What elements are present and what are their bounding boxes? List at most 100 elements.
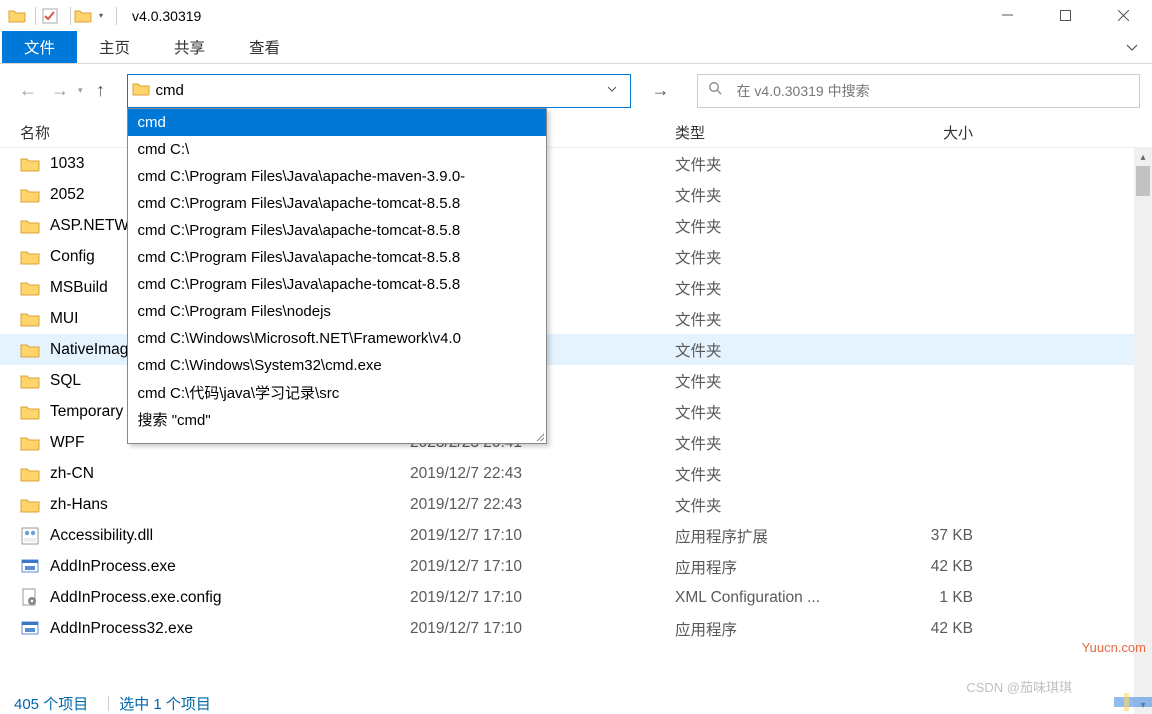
suggestion-item[interactable]: cmd [128,109,546,136]
file-type: 文件夹 [675,494,875,516]
file-type: XML Configuration ... [675,589,875,607]
file-date: 2019/12/7 17:10 [390,620,675,638]
folder-icon [20,216,40,236]
folder-icon [20,185,40,205]
file-type: 文件夹 [675,401,875,423]
folder-icon [20,402,40,422]
file-type: 文件夹 [675,184,875,206]
navigation-bar: ← → ▾ ↑ cmdcmd C:\cmd C:\Program Files\J… [0,64,1152,117]
file-row[interactable]: AddInProcess.exe.config 2019/12/7 17:10XM… [0,582,1152,613]
file-name: AddInProcess.exe.config [50,589,221,607]
column-type[interactable]: 类型 [675,122,875,143]
close-button[interactable] [1094,0,1152,31]
forward-button[interactable]: → [44,75,76,107]
address-dropdown-icon[interactable] [598,84,626,97]
ribbon-tabs: 文件 主页 共享 查看 [0,31,1152,64]
config-icon [20,588,40,608]
file-name: AddInProcess.exe [50,558,176,576]
file-date: 2019/12/7 17:10 [390,558,675,576]
window-title: v4.0.30319 [120,8,201,24]
suggestion-item[interactable]: cmd C:\Program Files\Java\apache-tomcat-… [128,217,546,244]
scroll-up-icon[interactable]: ▴ [1134,148,1152,166]
status-selection: 选中 1 个项目 [119,693,211,714]
folder-icon [20,464,40,484]
exe-icon [20,557,40,577]
file-type: 文件夹 [675,246,875,268]
folder-icon [20,495,40,515]
suggestion-item[interactable]: cmd C:\Program Files\nodejs [128,298,546,325]
file-type: 应用程序扩展 [675,525,875,547]
title-bar: ▾ v4.0.30319 [0,0,1152,31]
scroll-thumb[interactable] [1136,166,1150,196]
maximize-button[interactable] [1036,0,1094,31]
folder-icon [20,340,40,360]
file-name: zh-Hans [50,496,108,514]
qat-divider [116,7,117,25]
folder-icon [132,80,150,101]
file-type: 文件夹 [675,432,875,454]
file-row[interactable]: zh-CN2019/12/7 22:43文件夹 [0,458,1152,489]
file-name: Config [50,248,95,266]
address-suggestions-dropdown: cmdcmd C:\cmd C:\Program Files\Java\apac… [127,108,547,444]
qat-divider [70,7,71,25]
file-size: 42 KB [875,620,1015,638]
suggestion-item[interactable]: cmd C:\Program Files\Java\apache-maven-3… [128,163,546,190]
file-size: 37 KB [875,527,1015,545]
address-input[interactable] [156,77,598,105]
suggestion-item[interactable]: cmd C:\Program Files\Java\apache-tomcat-… [128,271,546,298]
file-date: 2019/12/7 22:43 [390,465,675,483]
file-type: 文件夹 [675,463,875,485]
back-button[interactable]: ← [12,75,44,107]
search-icon [708,81,723,100]
file-name: Accessibility.dll [50,527,153,545]
file-type: 应用程序 [675,618,875,640]
tab-home[interactable]: 主页 [77,31,152,63]
history-dropdown-icon[interactable]: ▾ [76,85,85,96]
suggestion-item[interactable]: cmd C:\Windows\System32\cmd.exe [128,352,546,379]
quick-access-toolbar: ▾ [0,5,120,27]
file-name: 1033 [50,155,84,173]
file-type: 文件夹 [675,277,875,299]
file-name: 2052 [50,186,84,204]
qat-divider [35,7,36,25]
suggestion-item[interactable]: cmd C:\Windows\Microsoft.NET\Framework\v… [128,325,546,352]
tab-file[interactable]: 文件 [2,31,77,63]
resize-grip-icon[interactable] [534,431,544,441]
suggestion-item[interactable]: cmd C:\Program Files\Java\apache-tomcat-… [128,190,546,217]
window-controls [978,0,1152,31]
address-bar[interactable] [127,74,631,108]
column-size[interactable]: 大小 [875,122,1015,143]
suggestion-item[interactable]: cmd C:\ [128,136,546,163]
file-type: 文件夹 [675,153,875,175]
qat-dropdown-icon[interactable]: ▾ [95,11,107,20]
file-name: SQL [50,372,81,390]
suggestion-item[interactable]: cmd C:\Program Files\Java\apache-tomcat-… [128,244,546,271]
status-divider [108,696,109,711]
ribbon-expand-icon[interactable] [1112,31,1152,63]
vertical-scrollbar[interactable]: ▴ ▾ [1134,148,1152,714]
file-date: 2019/12/7 17:10 [390,589,675,607]
minimize-button[interactable] [978,0,1036,31]
folder-icon [20,371,40,391]
file-row[interactable]: Accessibility.dll2019/12/7 17:10应用程序扩展37… [0,520,1152,551]
exe-icon [20,619,40,639]
file-row[interactable]: AddInProcess.exe2019/12/7 17:10应用程序42 KB [0,551,1152,582]
search-box[interactable]: 在 v4.0.30319 中搜索 [697,74,1140,108]
file-type: 文件夹 [675,339,875,361]
folder-icon [20,247,40,267]
go-button[interactable]: → [643,74,679,108]
file-row[interactable]: zh-Hans2019/12/7 22:43文件夹 [0,489,1152,520]
folder-icon [20,278,40,298]
properties-checkbox-icon[interactable] [39,5,61,27]
file-name: AddInProcess32.exe [50,620,193,638]
tab-share[interactable]: 共享 [152,31,227,63]
folder-icon [74,7,92,25]
file-type: 文件夹 [675,370,875,392]
folder-icon [8,7,26,25]
suggestion-item[interactable]: 搜索 "cmd" [128,406,546,433]
search-placeholder: 在 v4.0.30319 中搜索 [737,81,870,101]
up-button[interactable]: ↑ [85,75,117,107]
suggestion-item[interactable]: cmd C:\代码\java\学习记录\src [128,379,546,406]
tab-view[interactable]: 查看 [227,31,302,63]
file-row[interactable]: AddInProcess32.exe 2019/12/7 17:10应用程序42 … [0,613,1152,644]
